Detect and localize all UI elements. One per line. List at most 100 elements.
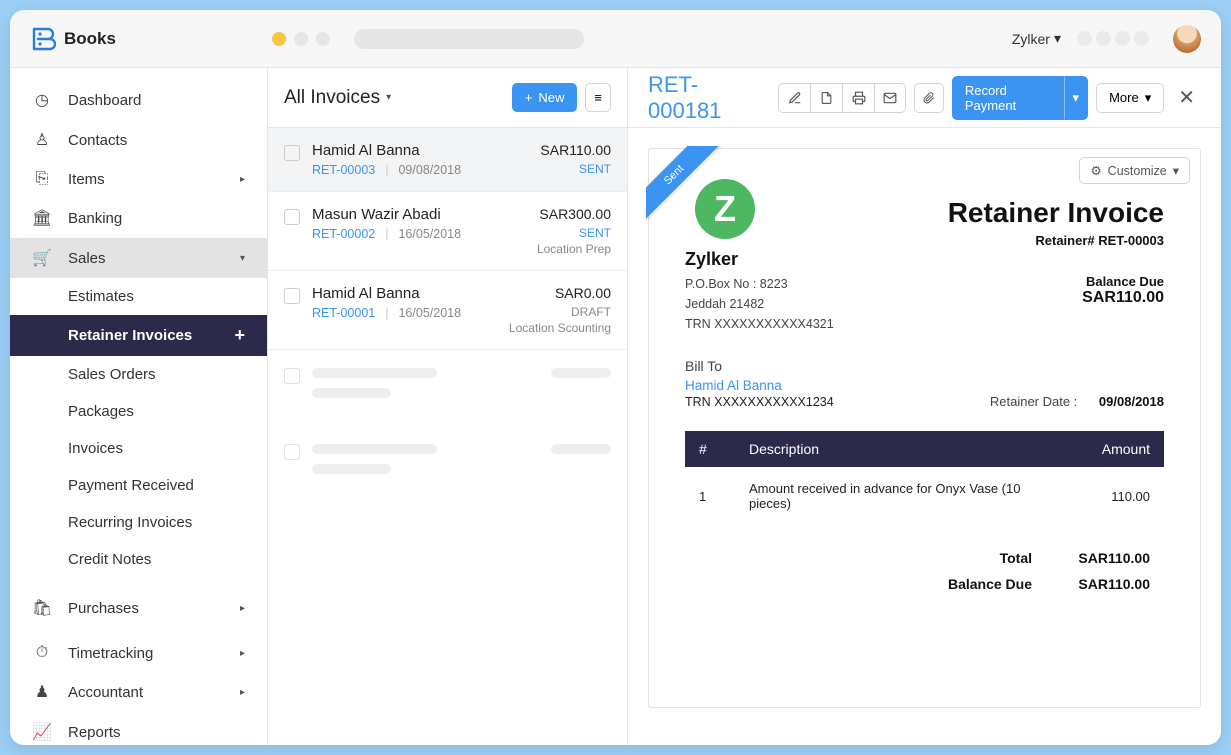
caret-down-icon: ▾ [1145, 90, 1152, 106]
cell-num: 1 [685, 467, 735, 525]
sidebar-item-label: Banking [68, 210, 122, 227]
chip[interactable] [1077, 31, 1092, 46]
th-desc: Description [735, 431, 1064, 467]
user-icon: ♙ [32, 130, 52, 150]
row-amount: SAR0.00 [509, 285, 611, 301]
sidebar-item-timetracking[interactable]: ⏱ Timetracking ▸ [10, 634, 267, 672]
sidebar-item-dashboard[interactable]: ◷ Dashboard [10, 80, 267, 120]
sidebar-item-label: Items [68, 171, 105, 188]
row-status: SENT [540, 162, 611, 176]
sidebar-item-reports[interactable]: 📈 Reports [10, 712, 267, 745]
detail-header: RET-000181 Record Payment ▾ More ▾ ✕ [628, 68, 1221, 128]
title-block: Retainer Invoice Retainer# RET-00003 Bal… [948, 179, 1164, 307]
company-switcher[interactable]: Zylker ▾ [1012, 30, 1061, 47]
gauge-icon: ◷ [32, 90, 52, 110]
subnav-estimates[interactable]: Estimates [10, 278, 267, 315]
subnav-recurring-invoices[interactable]: Recurring Invoices [10, 504, 267, 541]
chevron-down-icon: ▾ [240, 253, 245, 264]
row-checkbox[interactable] [284, 209, 300, 225]
print-button[interactable] [842, 83, 874, 113]
more-button[interactable]: More ▾ [1096, 83, 1164, 113]
plus-icon[interactable]: + [234, 325, 245, 346]
customer-trn: TRN XXXXXXXXXXX1234 [685, 395, 834, 409]
list-panel: All Invoices ▾ + New ≡ Hamid Al Banna [268, 68, 628, 745]
subnav-payment-received[interactable]: Payment Received [10, 467, 267, 504]
status-ribbon: Sent [646, 146, 726, 226]
line-item-row: 1 Amount received in advance for Onyx Va… [685, 467, 1164, 525]
subnav-sales-orders[interactable]: Sales Orders [10, 356, 267, 393]
chevron-right-icon: ▸ [240, 648, 245, 659]
sidebar-item-label: Reports [68, 724, 121, 741]
row-ref[interactable]: RET-00002 [312, 227, 375, 241]
subnav-credit-notes[interactable]: Credit Notes [10, 541, 267, 578]
subnav-label: Invoices [68, 440, 123, 457]
attach-button[interactable] [914, 83, 944, 113]
totals-block: Total SAR110.00 Balance Due SAR110.00 [685, 545, 1164, 597]
chevron-right-icon: ▸ [240, 174, 245, 185]
list-row[interactable]: Hamid Al Banna RET-00001 | 16/05/2018 SA… [268, 271, 627, 350]
balance-value: SAR110.00 [948, 289, 1164, 307]
subnav-label: Credit Notes [68, 551, 151, 568]
record-payment-dropdown[interactable]: ▾ [1064, 76, 1089, 120]
row-status: DRAFT [509, 305, 611, 319]
edit-button[interactable] [778, 83, 810, 113]
subnav-label: Estimates [68, 288, 134, 305]
sidebar-item-items[interactable]: ⎘ Items ▸ [10, 160, 267, 198]
basket-icon: ⎘ [32, 170, 52, 188]
row-status: SENT [537, 226, 611, 240]
subnav-invoices[interactable]: Invoices [10, 430, 267, 467]
sidebar-item-accountant[interactable]: ♟ Accountant ▸ [10, 672, 267, 712]
list-body: Hamid Al Banna RET-00003 | 09/08/2018 SA… [268, 128, 627, 745]
chip[interactable] [1115, 31, 1130, 46]
row-name: Hamid Al Banna [312, 285, 497, 302]
chip[interactable] [1134, 31, 1149, 46]
doc-title: Retainer Invoice [948, 197, 1164, 229]
button-label: Customize [1108, 164, 1167, 178]
list-row[interactable]: Hamid Al Banna RET-00003 | 09/08/2018 SA… [268, 128, 627, 192]
list-row[interactable]: Masun Wazir Abadi RET-00002 | 16/05/2018… [268, 192, 627, 271]
row-ref[interactable]: RET-00001 [312, 306, 375, 320]
cart-icon: 🛒 [32, 248, 52, 268]
bank-icon: 🏛 [32, 208, 52, 228]
sidebar-item-purchases[interactable]: 🛍 Purchases ▸ [10, 588, 267, 628]
logo-icon [30, 26, 56, 52]
list-title-dropdown[interactable]: All Invoices ▾ [284, 87, 391, 109]
customize-button[interactable]: ⚙ Customize ▾ [1079, 157, 1190, 184]
row-checkbox[interactable] [284, 288, 300, 304]
row-amount: SAR110.00 [540, 142, 611, 158]
close-button[interactable]: ✕ [1172, 85, 1201, 110]
record-payment-button[interactable]: Record Payment [952, 76, 1064, 120]
list-menu-button[interactable]: ≡ [585, 83, 611, 112]
header-chips [1077, 31, 1149, 46]
row-name: Masun Wazir Abadi [312, 206, 525, 223]
bag-icon: 🛍 [32, 598, 52, 618]
sidebar-item-sales[interactable]: 🛒 Sales ▾ [10, 238, 267, 278]
balance-due-label: Balance Due [948, 576, 1032, 592]
company-name: Zylker [685, 249, 834, 270]
search-placeholder-bar[interactable] [354, 29, 584, 49]
subnav-retainer-invoices[interactable]: Retainer Invoices + [10, 315, 267, 356]
user-avatar[interactable] [1173, 25, 1201, 53]
cell-amount: 110.00 [1064, 467, 1164, 525]
retainer-date-value: 09/08/2018 [1099, 394, 1164, 409]
pdf-button[interactable] [810, 83, 842, 113]
chip[interactable] [1096, 31, 1111, 46]
subnav-label: Sales Orders [68, 366, 156, 383]
balance-due-value: SAR110.00 [1060, 576, 1150, 592]
row-name: Hamid Al Banna [312, 142, 528, 159]
subnav-label: Recurring Invoices [68, 514, 192, 531]
row-checkbox[interactable] [284, 145, 300, 161]
email-button[interactable] [874, 83, 906, 113]
detail-body: ⚙ Customize ▾ Sent Z Zylker P.O.Box No :… [628, 128, 1221, 745]
sidebar-item-contacts[interactable]: ♙ Contacts [10, 120, 267, 160]
row-ref[interactable]: RET-00003 [312, 163, 375, 177]
app-logo: Books [30, 26, 116, 52]
button-label: New [538, 90, 564, 105]
subnav-label: Payment Received [68, 477, 194, 494]
sidebar-item-banking[interactable]: 🏛 Banking [10, 198, 267, 238]
caret-down-icon: ▾ [1054, 30, 1061, 47]
customer-name[interactable]: Hamid Al Banna [685, 378, 834, 393]
main-area: ◷ Dashboard ♙ Contacts ⎘ Items ▸ 🏛 Banki… [10, 68, 1221, 745]
new-button[interactable]: + New [512, 83, 578, 112]
subnav-packages[interactable]: Packages [10, 393, 267, 430]
